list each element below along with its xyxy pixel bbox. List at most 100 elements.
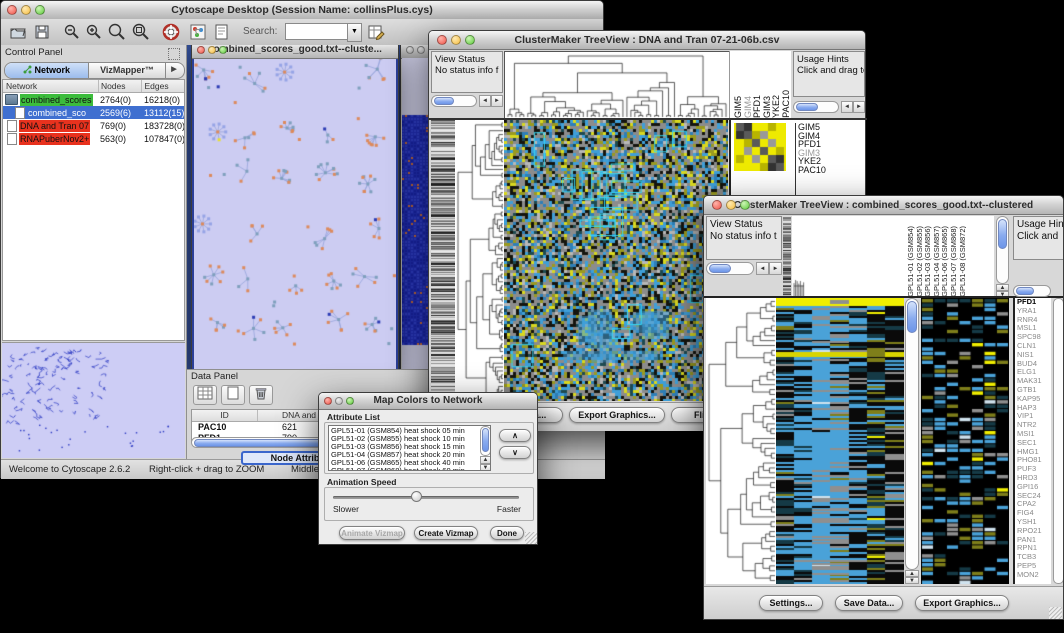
network-list-row[interactable]: DNA and Tran 07769(0)183728(0) [3, 119, 184, 132]
scroll-right-arrow[interactable]: ► [853, 101, 865, 113]
minimize-icon[interactable] [726, 200, 736, 210]
attribute-list-label: Attribute List [327, 412, 380, 422]
close-icon[interactable] [197, 46, 205, 54]
attribute-listbox[interactable]: GPL51-01 (GSM854) heat shock 05 minGPL51… [328, 425, 491, 471]
minimize-icon[interactable] [417, 46, 425, 54]
save-data-button[interactable]: Save Data... [835, 595, 903, 611]
gene-label-list: PFD1YRA1RNR4MSL1SPC98CLN1NIS1BUD4ELG1MAK… [1013, 298, 1051, 584]
resize-grip[interactable] [525, 532, 537, 544]
close-icon[interactable] [712, 200, 722, 210]
export-graphics-button[interactable]: Export Graphics... [915, 595, 1009, 611]
selected-cluster-heatmap[interactable] [734, 123, 786, 171]
row-dendrogram[interactable] [706, 298, 776, 584]
zoom-window-icon[interactable] [219, 46, 227, 54]
delete-attribute-button[interactable] [249, 385, 273, 405]
zoom-fit-button[interactable] [131, 22, 151, 47]
float-panel-icon[interactable] [168, 48, 180, 60]
listbox-vscrollbar[interactable] [480, 426, 491, 456]
gene-list-hscrollbar[interactable] [1013, 285, 1051, 297]
search-input[interactable] [285, 23, 349, 40]
annotation-icon [213, 23, 231, 41]
zoom-window-icon[interactable] [465, 35, 475, 45]
row-dendrogram[interactable] [455, 120, 504, 401]
minimize-icon[interactable] [208, 46, 216, 54]
tab-network[interactable]: Network [5, 63, 89, 78]
close-icon[interactable] [406, 46, 414, 54]
close-icon[interactable] [7, 5, 17, 15]
scroll-down-arrow[interactable]: ▼ [905, 577, 919, 584]
save-session-button[interactable] [33, 23, 51, 46]
network-list-row[interactable]: combined_scores2764(0)16218(0) [3, 93, 184, 106]
scroll-right-arrow[interactable]: ► [769, 262, 782, 275]
minimize-icon[interactable] [451, 35, 461, 45]
table-edit-icon [367, 23, 385, 41]
close-icon[interactable] [324, 397, 332, 405]
network-view-title: combined_scores_good.txt--cluste... [208, 45, 382, 55]
zoom-selected-button[interactable] [107, 22, 127, 47]
resize-grip[interactable] [1049, 607, 1062, 620]
open-file-button[interactable] [9, 23, 27, 46]
speed-slider-track[interactable] [333, 496, 519, 499]
column-label: GIM4 [743, 96, 753, 118]
zoom-window-icon[interactable] [35, 5, 45, 15]
column-label: GPL51-03 (GSM856) [923, 226, 932, 297]
help-button[interactable] [161, 22, 181, 47]
scroll-down-arrow[interactable]: ▼ [480, 464, 491, 471]
main-window-title: Cytoscape Desktop (Session Name: collins… [171, 4, 432, 16]
scroll-left-arrow[interactable]: ◄ [479, 95, 491, 107]
select-all-attributes-button[interactable] [193, 385, 217, 405]
scroll-left-arrow[interactable]: ◄ [756, 262, 769, 275]
move-up-button[interactable]: ∧ [499, 429, 531, 442]
tabs-more-button[interactable]: ▶ [165, 63, 182, 78]
done-button[interactable]: Done [490, 526, 524, 540]
usage-hints-hscrollbar[interactable] [793, 101, 839, 113]
attribute-list-item[interactable]: GPL51-07 (GSM868) heat shock 60 min [329, 467, 479, 471]
data-panel-title: Data Panel [191, 371, 238, 382]
attribute-browser-button[interactable] [367, 23, 385, 46]
expression-heatmap[interactable] [776, 298, 904, 584]
move-down-button[interactable]: ∨ [499, 446, 531, 459]
zoom-in-button[interactable] [85, 23, 103, 46]
row-label-strip [431, 120, 455, 401]
speed-slider-thumb[interactable] [411, 491, 422, 502]
scroll-up-arrow[interactable]: ▲ [480, 456, 491, 464]
scroll-up-arrow[interactable]: ▲ [996, 284, 1009, 291]
unselect-all-attributes-button[interactable] [221, 385, 245, 405]
treeview-combined-title-bar[interactable]: ClusterMaker TreeView : combined_scores_… [704, 196, 1063, 215]
heatmap-vscrollbar[interactable] [905, 298, 919, 570]
scroll-right-arrow[interactable]: ► [491, 95, 503, 107]
create-vizmap-button[interactable]: Create Vizmap [414, 526, 478, 540]
network-overview-thumbnail[interactable] [2, 342, 185, 458]
minimize-icon[interactable] [21, 5, 31, 15]
search-dropdown-button[interactable]: ▼ [347, 23, 362, 42]
network-list-row[interactable]: combined_sco2569(6)13112(15) [3, 106, 184, 119]
slower-label: Slower [333, 504, 359, 514]
gene-label[interactable]: MON2 [1015, 571, 1051, 580]
zoom-out-button[interactable] [63, 23, 81, 46]
file-icon [7, 133, 17, 145]
export-graphics-button[interactable]: Export Graphics... [569, 407, 665, 423]
view-status-hscrollbar[interactable] [706, 262, 754, 275]
top-vscrollbar[interactable] [996, 216, 1009, 284]
column-dendrogram[interactable] [504, 51, 730, 119]
tab-vizmapper[interactable]: VizMapper™ [89, 63, 165, 78]
settings-button[interactable]: Settings... [759, 595, 823, 611]
zoomed-heatmap[interactable] [921, 298, 1009, 584]
network-view-canvas[interactable] [194, 59, 396, 374]
expression-heatmap[interactable] [504, 120, 728, 401]
view-status-hscrollbar[interactable] [431, 95, 477, 107]
vizmapper-button[interactable] [189, 23, 207, 46]
zoom-window-icon[interactable] [346, 397, 354, 405]
scroll-up-arrow[interactable]: ▲ [905, 570, 919, 577]
annotation-button[interactable] [213, 23, 231, 46]
zoom-window-icon[interactable] [740, 200, 750, 210]
treeview-dna-title-bar[interactable]: ClusterMaker TreeView : DNA and Tran 07-… [429, 31, 865, 50]
network-list-row[interactable]: RNAPuberNov2+563(0)107847(0) [3, 132, 184, 145]
gene-list-vscrollbar[interactable] [1053, 298, 1064, 584]
control-panel-tabs: Network VizMapper™ ▶ [4, 62, 185, 79]
main-title-bar[interactable]: Cytoscape Desktop (Session Name: collins… [1, 1, 603, 20]
scroll-left-arrow[interactable]: ◄ [841, 101, 853, 113]
close-icon[interactable] [437, 35, 447, 45]
column-dendrogram[interactable] [792, 216, 904, 298]
dialog-title-bar[interactable]: Map Colors to Network [319, 393, 537, 410]
